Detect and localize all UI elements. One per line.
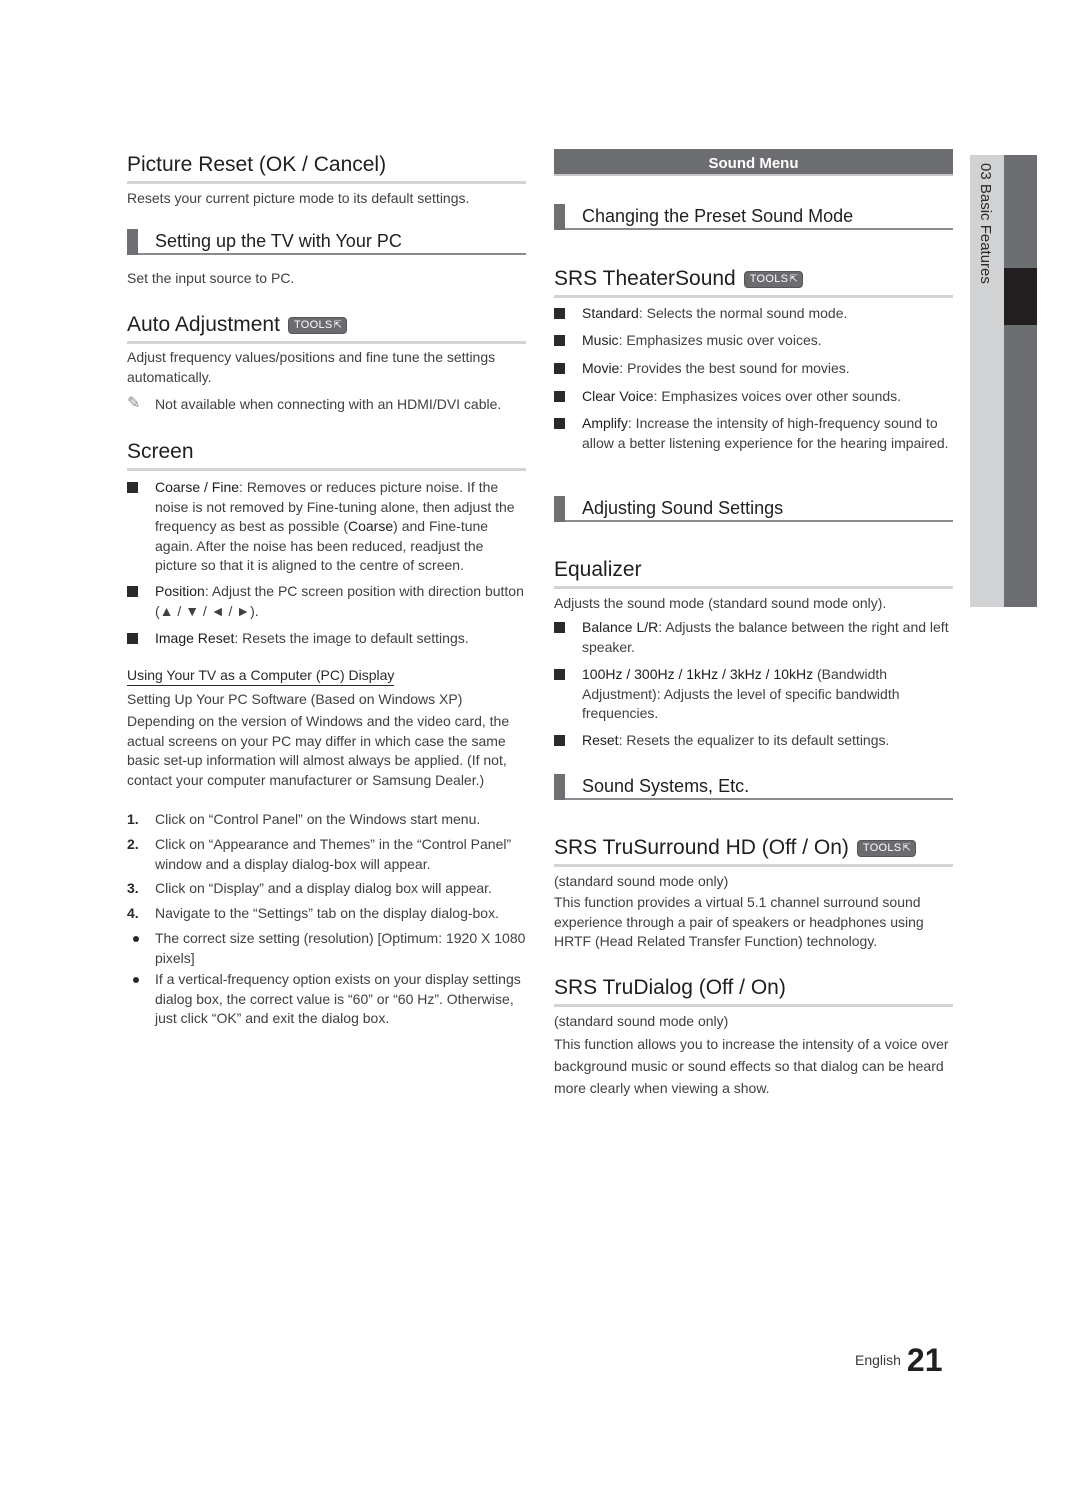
subheading-text: Setting up the TV with Your PC	[155, 231, 402, 251]
picture-reset-desc: Resets your current picture mode to its …	[127, 190, 470, 206]
trudialog-desc: This function allows you to increase the…	[554, 1036, 949, 1096]
trudialog-mode: (standard sound mode only)	[554, 1013, 729, 1029]
tools-badge: TOOLS⇱	[743, 271, 804, 288]
subheading-text: Sound Systems, Etc.	[582, 776, 750, 796]
heading-screen: Screen	[127, 439, 526, 471]
heading-equalizer: Equalizer	[554, 557, 953, 589]
square-bullet-icon	[127, 482, 138, 493]
step-4: 4. Navigate to the “Settings” tab on the…	[127, 905, 499, 921]
heading-picture-reset: Picture Reset (OK / Cancel)	[127, 152, 526, 184]
heading-srs-trudialog: SRS TruDialog (Off / On)	[554, 975, 953, 1007]
footer-language: English	[855, 1352, 901, 1368]
list-item-movie: Movie: Provides the best sound for movie…	[554, 359, 953, 379]
dot-item-frequency: If a vertical-frequency option exists on…	[127, 970, 526, 1029]
tools-badge: TOOLS⇱	[287, 317, 348, 334]
heading-auto-adjustment: Auto Adjustment TOOLS⇱	[127, 312, 526, 344]
setup-pc-desc: Set the input source to PC.	[127, 270, 295, 286]
heading-text: SRS TruSurround HD (Off / On)	[554, 836, 849, 859]
subheading-adjusting-sound: Adjusting Sound Settings	[554, 496, 953, 522]
dot-bullet-icon	[133, 936, 139, 942]
square-bullet-icon	[554, 391, 565, 402]
pc-display-title: Using Your TV as a Computer (PC) Display	[127, 666, 395, 686]
list-item-position: Position: Adjust the PC screen position …	[127, 582, 526, 621]
heading-text: Equalizer	[554, 558, 642, 581]
tools-icon: ⇱	[902, 843, 912, 854]
square-bullet-icon	[554, 669, 565, 680]
list-item-standard: Standard: Selects the normal sound mode.	[554, 304, 953, 324]
list-item-coarse-fine: Coarse / Fine: Removes or reduces pictur…	[127, 478, 526, 576]
list-item-music: Music: Emphasizes music over voices.	[554, 331, 953, 351]
tools-icon: ⇱	[789, 274, 799, 285]
square-bullet-icon	[554, 308, 565, 319]
trusurround-desc: This function provides a virtual 5.1 cha…	[554, 894, 924, 949]
dot-bullet-icon	[133, 977, 139, 983]
list-item-image-reset: Image Reset: Resets the image to default…	[127, 629, 526, 649]
square-bullet-icon	[127, 633, 138, 644]
chapter-side-tab: 03 Basic Features	[970, 155, 1037, 607]
sound-menu-banner: Sound Menu	[554, 149, 953, 176]
heading-srs-trusurround: SRS TruSurround HD (Off / On) TOOLS⇱	[554, 835, 953, 867]
list-item-clear-voice: Clear Voice: Emphasizes voices over othe…	[554, 387, 953, 407]
square-bullet-icon	[554, 363, 565, 374]
square-bullet-icon	[554, 735, 565, 746]
subheading-setup-pc: Setting up the TV with Your PC	[127, 229, 526, 255]
square-bullet-icon	[554, 622, 565, 633]
heading-srs-theatersound: SRS TheaterSound TOOLS⇱	[554, 266, 953, 298]
square-bullet-icon	[554, 418, 565, 429]
subheading-preset-sound: Changing the Preset Sound Mode	[554, 204, 953, 230]
note-pencil-icon: ✎	[127, 395, 141, 412]
heading-text: Picture Reset (OK / Cancel)	[127, 153, 387, 176]
step-2: 2. Click on “Appearance and Themes” in t…	[127, 836, 512, 872]
chapter-marker	[1004, 268, 1037, 325]
equalizer-desc: Adjusts the sound mode (standard sound m…	[554, 595, 887, 611]
heading-text: Screen	[127, 440, 194, 463]
tools-badge: TOOLS⇱	[856, 840, 917, 857]
subheading-sound-systems: Sound Systems, Etc.	[554, 774, 953, 800]
auto-adjustment-note: ✎ Not available when connecting with an …	[127, 395, 502, 412]
dot-item-resolution: The correct size setting (resolution) [O…	[127, 929, 526, 968]
auto-adjustment-desc: Adjust frequency values/positions and fi…	[127, 349, 496, 385]
square-bullet-icon	[554, 335, 565, 346]
chapter-label: 03 Basic Features	[977, 163, 994, 284]
list-item-amplify: Amplify: Increase the intensity of high-…	[554, 414, 953, 453]
list-item-bandwidth: 100Hz / 300Hz / 1kHz / 3kHz / 10kHz (Ban…	[554, 665, 953, 724]
square-bullet-icon	[127, 586, 138, 597]
heading-text: SRS TheaterSound	[554, 267, 736, 290]
trusurround-mode: (standard sound mode only)	[554, 873, 729, 889]
heading-text: Auto Adjustment	[127, 313, 280, 336]
list-item-balance: Balance L/R: Adjusts the balance between…	[554, 618, 953, 657]
tools-icon: ⇱	[333, 320, 343, 331]
step-3: 3. Click on “Display” and a display dial…	[127, 880, 492, 896]
step-1: 1. Click on “Control Panel” on the Windo…	[127, 811, 481, 827]
pc-display-subtitle: Setting Up Your PC Software (Based on Wi…	[127, 691, 463, 707]
list-item-reset: Reset: Resets the equalizer to its defau…	[554, 731, 953, 751]
subheading-text: Adjusting Sound Settings	[582, 498, 784, 518]
heading-text: SRS TruDialog (Off / On)	[554, 976, 786, 999]
page-number: 21	[906, 1342, 943, 1378]
pc-display-desc: Depending on the version of Windows and …	[127, 713, 510, 788]
subheading-text: Changing the Preset Sound Mode	[582, 206, 854, 226]
page-footer: English 21	[855, 1342, 943, 1379]
